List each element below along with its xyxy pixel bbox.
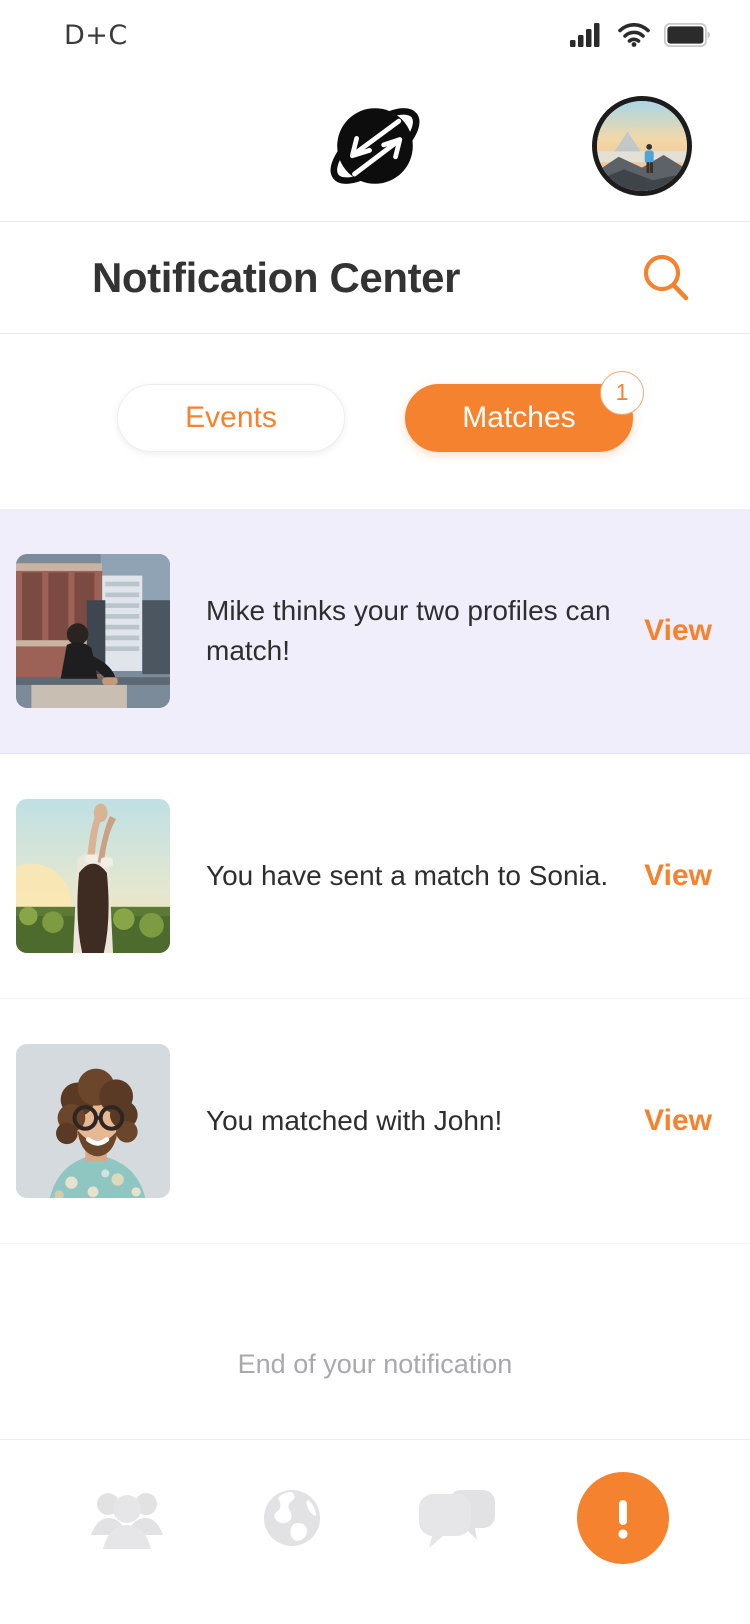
tab-matches-label: Matches bbox=[462, 400, 576, 434]
notification-row[interactable]: You have sent a match to Sonia. View bbox=[0, 754, 750, 999]
notification-row[interactable]: You matched with John! View bbox=[0, 999, 750, 1244]
chat-bubbles-icon bbox=[418, 1490, 495, 1548]
tab-events[interactable]: Events bbox=[117, 383, 345, 452]
nav-item-chat[interactable] bbox=[412, 1472, 504, 1564]
page-title: Notification Center bbox=[92, 253, 461, 301]
avatar[interactable] bbox=[592, 95, 692, 196]
notification-view-link[interactable]: View bbox=[644, 1104, 712, 1138]
cellular-signal-icon bbox=[570, 23, 600, 47]
tab-matches-badge: 1 bbox=[600, 370, 644, 415]
status-bar: D+C bbox=[0, 0, 750, 70]
notification-message: Mike thinks your two profiles can match! bbox=[206, 595, 611, 666]
notification-message: You matched with John! bbox=[206, 1105, 503, 1137]
wifi-icon bbox=[618, 23, 650, 47]
notification-list: Mike thinks your two profiles can match!… bbox=[0, 509, 750, 1289]
notification-thumbnail bbox=[16, 1044, 170, 1198]
nav-item-alerts[interactable] bbox=[577, 1472, 670, 1564]
app-bar bbox=[0, 70, 750, 222]
app-logo-exchange-arrows-icon[interactable] bbox=[321, 92, 429, 200]
tab-matches[interactable]: Matches 1 bbox=[405, 370, 644, 452]
carrier-label: D+C bbox=[64, 19, 128, 51]
status-icons bbox=[570, 23, 710, 47]
tab-bar: Events Matches 1 bbox=[0, 334, 750, 509]
app-screen: D+C Notification Center Events Matches 1… bbox=[0, 0, 750, 1624]
battery-icon bbox=[664, 23, 710, 47]
nav-item-globe[interactable] bbox=[246, 1472, 338, 1564]
notification-view-link[interactable]: View bbox=[644, 614, 712, 648]
search-icon bbox=[643, 254, 689, 300]
notification-message: You have sent a match to Sonia. bbox=[206, 860, 609, 892]
woman-arms-raised-sunflower-field-image bbox=[16, 799, 170, 953]
nav-item-people[interactable] bbox=[81, 1472, 173, 1564]
alert-exclamation-icon bbox=[585, 1480, 662, 1556]
tab-events-label: Events bbox=[185, 400, 277, 434]
avatar-image bbox=[597, 100, 687, 191]
notification-thumbnail bbox=[16, 554, 170, 708]
bottom-navigation bbox=[0, 1439, 750, 1624]
search-button[interactable] bbox=[634, 246, 698, 310]
notification-thumbnail bbox=[16, 799, 170, 953]
list-end-label: End of your notification bbox=[0, 1289, 750, 1439]
globe-icon bbox=[264, 1490, 321, 1546]
page-header: Notification Center bbox=[0, 222, 750, 334]
notification-view-link[interactable]: View bbox=[644, 859, 712, 893]
notification-row[interactable]: Mike thinks your two profiles can match!… bbox=[0, 509, 750, 754]
man-sitting-rooftop-city-image bbox=[16, 554, 170, 708]
man-curly-hair-glasses-floral-shirt-image bbox=[16, 1044, 170, 1198]
people-group-icon bbox=[90, 1493, 163, 1549]
